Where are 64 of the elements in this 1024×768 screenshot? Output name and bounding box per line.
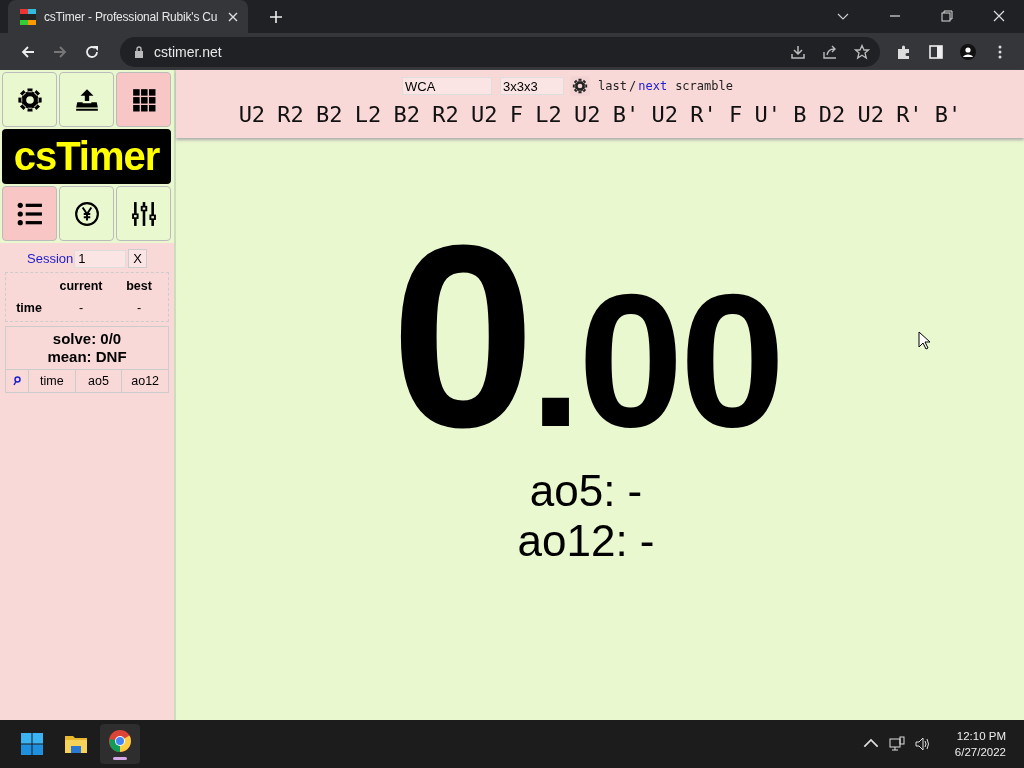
back-icon[interactable] [20,43,36,60]
network-icon[interactable] [888,736,905,752]
list-icon [16,200,43,227]
restore-icon[interactable] [941,10,953,22]
clock-date[interactable]: 6/27/2022 [954,744,1006,760]
share-icon[interactable] [822,43,838,60]
star-icon[interactable] [854,43,870,60]
scramble-type-field[interactable]: WCA [402,77,493,95]
forward-icon[interactable] [52,43,68,60]
new-tab-icon[interactable] [270,11,282,23]
sidebar-icon[interactable] [928,43,944,60]
grid-icon [130,86,157,113]
ao5-average: ao5: - [529,466,643,516]
yen-coin-icon [73,200,100,227]
settings-icon[interactable] [570,76,591,96]
column-header: ao5 [74,370,122,392]
browser-icon [108,728,132,753]
volume-icon[interactable] [914,736,931,752]
stats-button[interactable] [2,186,57,241]
table-cell-text: - [77,301,85,315]
timer-display: 0.00 [390,206,782,466]
tab-title: csTimer - Professional Rubik's Cu [44,9,219,24]
row-header: time [15,301,43,315]
close-icon[interactable] [993,10,1005,22]
separator: / [629,79,637,93]
search-icon[interactable] [13,376,21,386]
settings-icon [16,86,43,113]
scramble-label: scramble [675,79,733,93]
address-bar[interactable]: cstimer.net [120,36,880,67]
export-button[interactable] [59,72,114,127]
download-icon[interactable] [790,43,806,60]
session-link[interactable]: Session [27,251,74,266]
scramble-text: U2 R2 B2 L2 B2 R2 U2 F L2 U2 B' U2 R' F U' B D2 U2 R' B' [238,102,962,127]
next-link[interactable]: next [638,79,668,93]
puzzle-field[interactable]: 3x3x3 [500,77,565,95]
puzzle-icon[interactable] [896,43,912,60]
browser-tab[interactable]: csTimer - Professional Rubik's Cu [8,0,248,33]
windows-icon[interactable] [20,732,44,756]
ao12-average: ao12: - [517,516,655,566]
column-header: best [125,279,153,293]
logo: csTimer [2,129,171,184]
solve-count: solve: 0/0 [52,330,122,348]
mean-value: mean: DNF [47,348,127,366]
donate-button[interactable] [59,186,114,241]
clear-button[interactable]: X [128,249,147,268]
sliders-icon [130,200,157,227]
table-cell-text: - [135,301,143,315]
column-header: ao12 [121,370,168,392]
tools-button[interactable] [116,186,171,241]
close-icon[interactable] [228,11,238,22]
clock-time[interactable]: 12:10 PM [956,728,1006,744]
settings-button[interactable] [2,72,57,127]
column-header: current [58,279,104,293]
reload-icon[interactable] [84,43,100,60]
profile-icon[interactable] [960,43,976,60]
cursor-icon [918,331,930,350]
last-link[interactable]: last [598,79,627,93]
session-field[interactable]: 1 [74,249,127,268]
taskbar-button[interactable] [100,724,140,764]
column-header: time [28,370,75,392]
app-icon [20,8,36,25]
scramble-button[interactable] [116,72,171,127]
lock-icon [134,45,144,58]
url-text: cstimer.net [154,43,222,60]
